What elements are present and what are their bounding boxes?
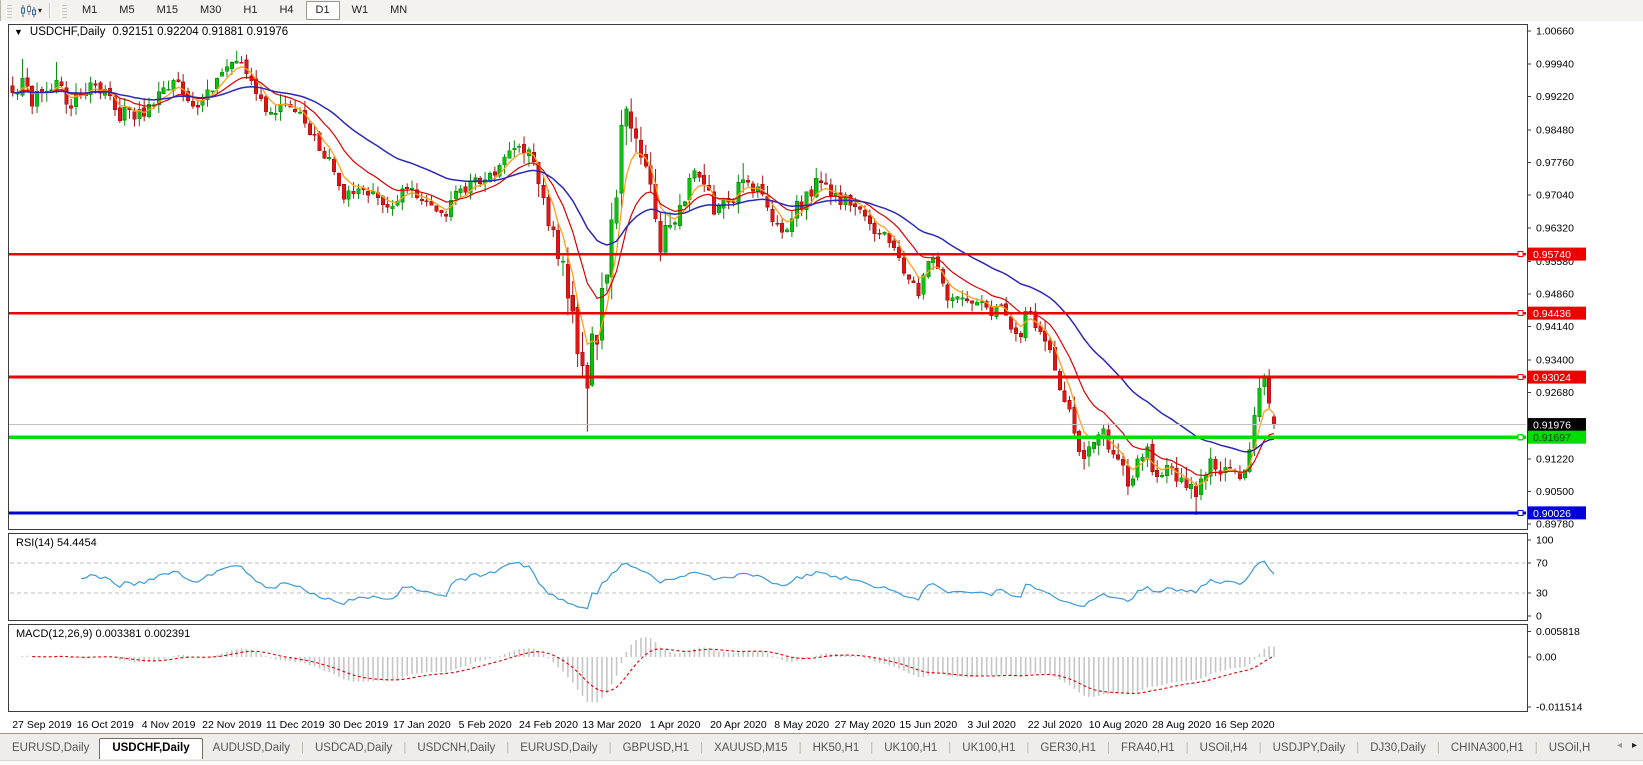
chart-tab-china300-h1[interactable]: CHINA300,H1 — [1441, 739, 1534, 758]
svg-text:0.99940: 0.99940 — [1536, 58, 1574, 70]
chart-tab-dj30-daily[interactable]: DJ30,Daily — [1360, 739, 1436, 758]
chart-tab-audusd-daily[interactable]: AUDUSD,Daily — [203, 739, 300, 758]
svg-text:28 Aug 2020: 28 Aug 2020 — [1152, 719, 1211, 731]
chart-tab-usoil-h4[interactable]: USOil,H4 — [1190, 739, 1258, 758]
svg-text:0.005818: 0.005818 — [1536, 626, 1580, 638]
timeframe-button-m15[interactable]: M15 — [147, 1, 188, 20]
chart-tab-uk100-h1[interactable]: UK100,H1 — [952, 739, 1025, 758]
svg-text:15 Jun 2020: 15 Jun 2020 — [899, 719, 957, 731]
svg-text:11 Dec 2019: 11 Dec 2019 — [266, 719, 325, 731]
svg-text:0.91697: 0.91697 — [1533, 432, 1571, 444]
svg-text:0.00: 0.00 — [1536, 652, 1557, 664]
ohlc-values: 0.92151 0.92204 0.91881 0.91976 — [112, 26, 289, 38]
svg-text:30 Dec 2019: 30 Dec 2019 — [329, 719, 389, 731]
svg-text:0.97040: 0.97040 — [1536, 190, 1574, 202]
svg-text:27 Sep 2019: 27 Sep 2019 — [12, 719, 72, 731]
svg-text:0.98480: 0.98480 — [1536, 124, 1574, 136]
chart-tab-uk100-h1[interactable]: UK100,H1 — [874, 739, 947, 758]
chart-tab-hk50-h1[interactable]: HK50,H1 — [803, 739, 870, 758]
chart-tab-eurusd-daily[interactable]: EURUSD,Daily — [2, 739, 99, 758]
svg-text:16 Oct 2019: 16 Oct 2019 — [77, 719, 134, 731]
svg-text:0.97760: 0.97760 — [1536, 157, 1574, 169]
timeframe-button-h4[interactable]: H4 — [269, 1, 303, 20]
svg-text:24 Feb 2020: 24 Feb 2020 — [519, 719, 578, 731]
svg-text:0.91220: 0.91220 — [1536, 453, 1574, 465]
chart-tab-usdchf-daily[interactable]: USDCHF,Daily — [99, 738, 203, 759]
chart-tab-usdcnh-daily[interactable]: USDCNH,Daily — [407, 739, 505, 758]
toolbar-separator — [49, 3, 51, 18]
svg-text:10 Aug 2020: 10 Aug 2020 — [1089, 719, 1148, 731]
chart-tab-usdjpy-daily[interactable]: USDJPY,Daily — [1263, 739, 1356, 758]
timeframe-button-m1[interactable]: M1 — [72, 1, 107, 20]
svg-text:0.91976: 0.91976 — [1533, 420, 1571, 432]
chart-tools-button[interactable]: ▾ — [16, 3, 46, 19]
candlestick-chart-icon — [21, 4, 36, 17]
chart-canvas[interactable]: 1.00660 0.99940 0.99220 0.98480 0.97760 0.970… — [0, 21, 1643, 733]
tabs-scroll-right-icon[interactable]: ▸ — [1632, 740, 1637, 751]
svg-text:4 Nov 2019: 4 Nov 2019 — [142, 719, 196, 731]
svg-text:0.94140: 0.94140 — [1536, 321, 1574, 333]
statusbar-strip — [0, 760, 1643, 765]
svg-text:5 Feb 2020: 5 Feb 2020 — [459, 719, 512, 731]
timeframe-button-mn[interactable]: MN — [380, 1, 417, 20]
toolbar-grip-2[interactable] — [61, 3, 68, 18]
chart-tab-eurusd-daily[interactable]: EURUSD,Daily — [510, 739, 607, 758]
svg-text:27 May 2020: 27 May 2020 — [835, 719, 896, 731]
svg-text:0.94860: 0.94860 — [1536, 288, 1574, 300]
svg-text:0.94436: 0.94436 — [1533, 308, 1571, 320]
symbol-period-label: USDCHF,Daily — [29, 26, 106, 38]
svg-text:0.90500: 0.90500 — [1536, 486, 1574, 498]
chart-window: ▼ USDCHF,Daily 0.92151 0.92204 0.91881 0.9… — [0, 21, 1643, 733]
svg-text:MACD(12,26,9) 0.003381 0.00239: MACD(12,26,9) 0.003381 0.002391 — [16, 628, 190, 640]
timeframe-button-h1[interactable]: H1 — [233, 1, 267, 20]
svg-text:13 Mar 2020: 13 Mar 2020 — [582, 719, 641, 731]
timeframe-toolbar: ▾ M1 M5 M15 M30 H1 H4 D1 W1 MN — [0, 0, 1643, 22]
svg-text:16 Sep 2020: 16 Sep 2020 — [1215, 719, 1275, 731]
svg-text:20 Apr 2020: 20 Apr 2020 — [710, 719, 767, 731]
svg-text:0.93024: 0.93024 — [1533, 372, 1571, 384]
svg-text:RSI(14) 54.4454: RSI(14) 54.4454 — [16, 537, 97, 549]
chart-tab-fra40-h1[interactable]: FRA40,H1 — [1111, 739, 1185, 758]
svg-text:22 Nov 2019: 22 Nov 2019 — [202, 719, 262, 731]
svg-text:22 Jul 2020: 22 Jul 2020 — [1028, 719, 1082, 731]
svg-text:1.00660: 1.00660 — [1536, 26, 1574, 38]
svg-text:30: 30 — [1536, 588, 1548, 600]
svg-text:0.95740: 0.95740 — [1533, 249, 1571, 261]
dropdown-arrow-icon: ▾ — [38, 5, 43, 15]
toolbar-grip[interactable] — [6, 3, 12, 18]
svg-text:8 May 2020: 8 May 2020 — [774, 719, 829, 731]
svg-text:-0.011514: -0.011514 — [1536, 702, 1583, 714]
svg-text:0.89780: 0.89780 — [1536, 519, 1574, 531]
collapse-icon[interactable]: ▼ — [14, 27, 23, 37]
svg-text:1 Apr 2020: 1 Apr 2020 — [650, 719, 701, 731]
svg-text:0.92680: 0.92680 — [1536, 387, 1574, 399]
svg-text:0: 0 — [1536, 611, 1542, 623]
chart-tabs-bar: EURUSD,Daily USDCHF,Daily AUDUSD,Daily | USD… — [0, 733, 1643, 765]
chart-title: ▼ USDCHF,Daily 0.92151 0.92204 0.91881 0.9… — [14, 26, 288, 38]
chart-tab-usdcad-daily[interactable]: USDCAD,Daily — [305, 739, 402, 758]
chart-tab-usoil-h[interactable]: USOil,H — [1539, 739, 1590, 758]
svg-text:0.99220: 0.99220 — [1536, 91, 1574, 103]
tabs-scroll-left-icon[interactable]: ◂ — [1617, 740, 1622, 751]
svg-text:0.90026: 0.90026 — [1533, 508, 1571, 520]
timeframe-button-m30[interactable]: M30 — [190, 1, 231, 20]
svg-text:0.93400: 0.93400 — [1536, 355, 1574, 367]
chart-tab-ger30-h1[interactable]: GER30,H1 — [1030, 739, 1106, 758]
timeframe-button-m5[interactable]: M5 — [109, 1, 144, 20]
svg-text:100: 100 — [1536, 535, 1554, 547]
svg-text:3 Jul 2020: 3 Jul 2020 — [967, 719, 1016, 731]
chart-tab-gbpusd-h1[interactable]: GBPUSD,H1 — [613, 739, 699, 758]
svg-text:0.96320: 0.96320 — [1536, 222, 1574, 234]
chart-tab-xauusd-m15[interactable]: XAUUSD,M15 — [704, 739, 798, 758]
chart-tab-strip: EURUSD,Daily USDCHF,Daily AUDUSD,Daily | USD… — [2, 737, 1590, 759]
window-edge — [0, 0, 3, 21]
svg-text:70: 70 — [1536, 557, 1548, 569]
timeframe-button-d1[interactable]: D1 — [305, 1, 340, 20]
timeframe-button-w1[interactable]: W1 — [342, 1, 379, 20]
timeframe-buttons: M1 M5 M15 M30 H1 H4 D1 W1 MN — [71, 1, 418, 20]
svg-text:17 Jan 2020: 17 Jan 2020 — [393, 719, 451, 731]
